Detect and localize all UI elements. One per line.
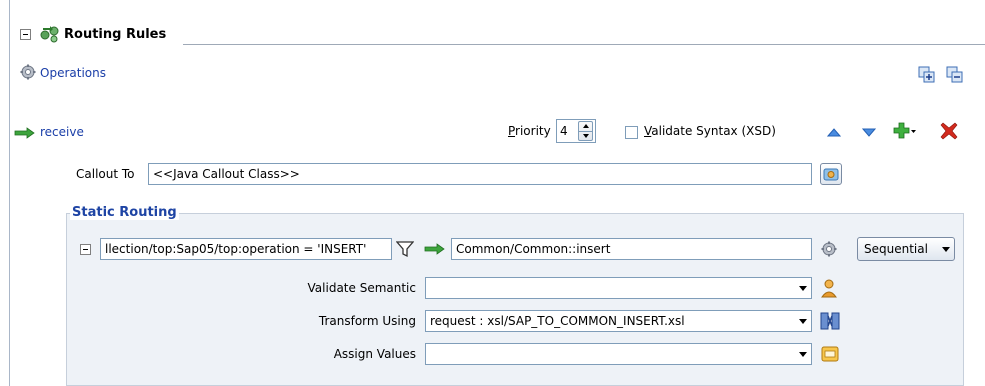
transform-using-select[interactable]: request : xsl/SAP_TO_COMMON_INSERT.xsl (425, 310, 812, 332)
validate-semantic-label: Validate Semantic (307, 281, 416, 295)
operation-name-link[interactable]: receive (40, 125, 84, 139)
route-target-value: Common/Common::insert (456, 242, 611, 256)
red-x-icon[interactable] (940, 122, 958, 140)
spinner-up-button[interactable] (579, 122, 592, 131)
triangle-up-icon[interactable] (826, 126, 842, 137)
operations-link[interactable]: Operations (40, 66, 106, 80)
left-border (9, 0, 10, 386)
assign-values-select[interactable] (425, 343, 812, 365)
service-gear-icon[interactable] (821, 241, 837, 257)
chevron-down-icon (795, 311, 811, 331)
static-routing-title: Static Routing (70, 205, 179, 220)
collapse-routing-rules-toggle[interactable] (20, 29, 31, 40)
transform-using-label: Transform Using (318, 314, 416, 328)
green-plus-icon[interactable] (893, 121, 917, 141)
validate-syntax-label: Validate Syntax (XSD) (644, 124, 776, 138)
chevron-down-icon (795, 278, 811, 298)
callout-value: <<Java Callout Class>> (153, 167, 300, 181)
callout-field[interactable]: <<Java Callout Class>> (148, 163, 812, 185)
filter-expression-field[interactable]: llection/top:Sap05/top:operation = 'INSE… (100, 238, 392, 260)
spinner-up-icon (582, 124, 589, 129)
route-arrow-icon (424, 243, 446, 255)
priority-spinner[interactable]: 4 (556, 119, 596, 143)
person-icon[interactable] (820, 278, 838, 298)
chevron-down-icon (938, 238, 954, 260)
validate-syntax-checkbox[interactable] (625, 126, 638, 139)
spinner-down-icon (582, 133, 589, 138)
collapse-route-toggle[interactable] (80, 244, 91, 255)
execution-mode-select[interactable]: Sequential (857, 237, 955, 261)
expand-all-icon[interactable] (918, 66, 936, 84)
routing-rules-title: Routing Rules (64, 27, 167, 42)
execution-mode-value: Sequential (864, 242, 928, 256)
route-target-field[interactable]: Common/Common::insert (451, 238, 812, 260)
gear-icon (20, 64, 36, 80)
assign-values-label: Assign Values (333, 347, 416, 361)
transform-using-value: request : xsl/SAP_TO_COMMON_INSERT.xsl (430, 314, 685, 328)
priority-spinner-buttons[interactable] (578, 121, 593, 141)
transformation-map-icon[interactable] (820, 311, 840, 331)
green-arrow-icon (14, 127, 36, 139)
collapse-all-icon[interactable] (946, 66, 964, 84)
routing-rules-icon (40, 24, 62, 44)
triangle-down-icon[interactable] (861, 127, 877, 137)
chevron-down-icon (795, 344, 811, 364)
spinner-down-button[interactable] (579, 130, 592, 141)
priority-value: 4 (560, 124, 568, 138)
callout-label: Callout To (76, 167, 135, 181)
browse-callout-button[interactable] (820, 163, 842, 185)
assign-values-icon[interactable] (820, 344, 840, 364)
funnel-icon[interactable] (395, 240, 415, 258)
browse-icon (823, 168, 839, 181)
header-divider (183, 44, 985, 45)
priority-label: Priority (508, 124, 551, 138)
filter-expression-value: llection/top:Sap05/top:operation = 'INSE… (105, 242, 367, 256)
validate-semantic-select[interactable] (425, 277, 812, 299)
